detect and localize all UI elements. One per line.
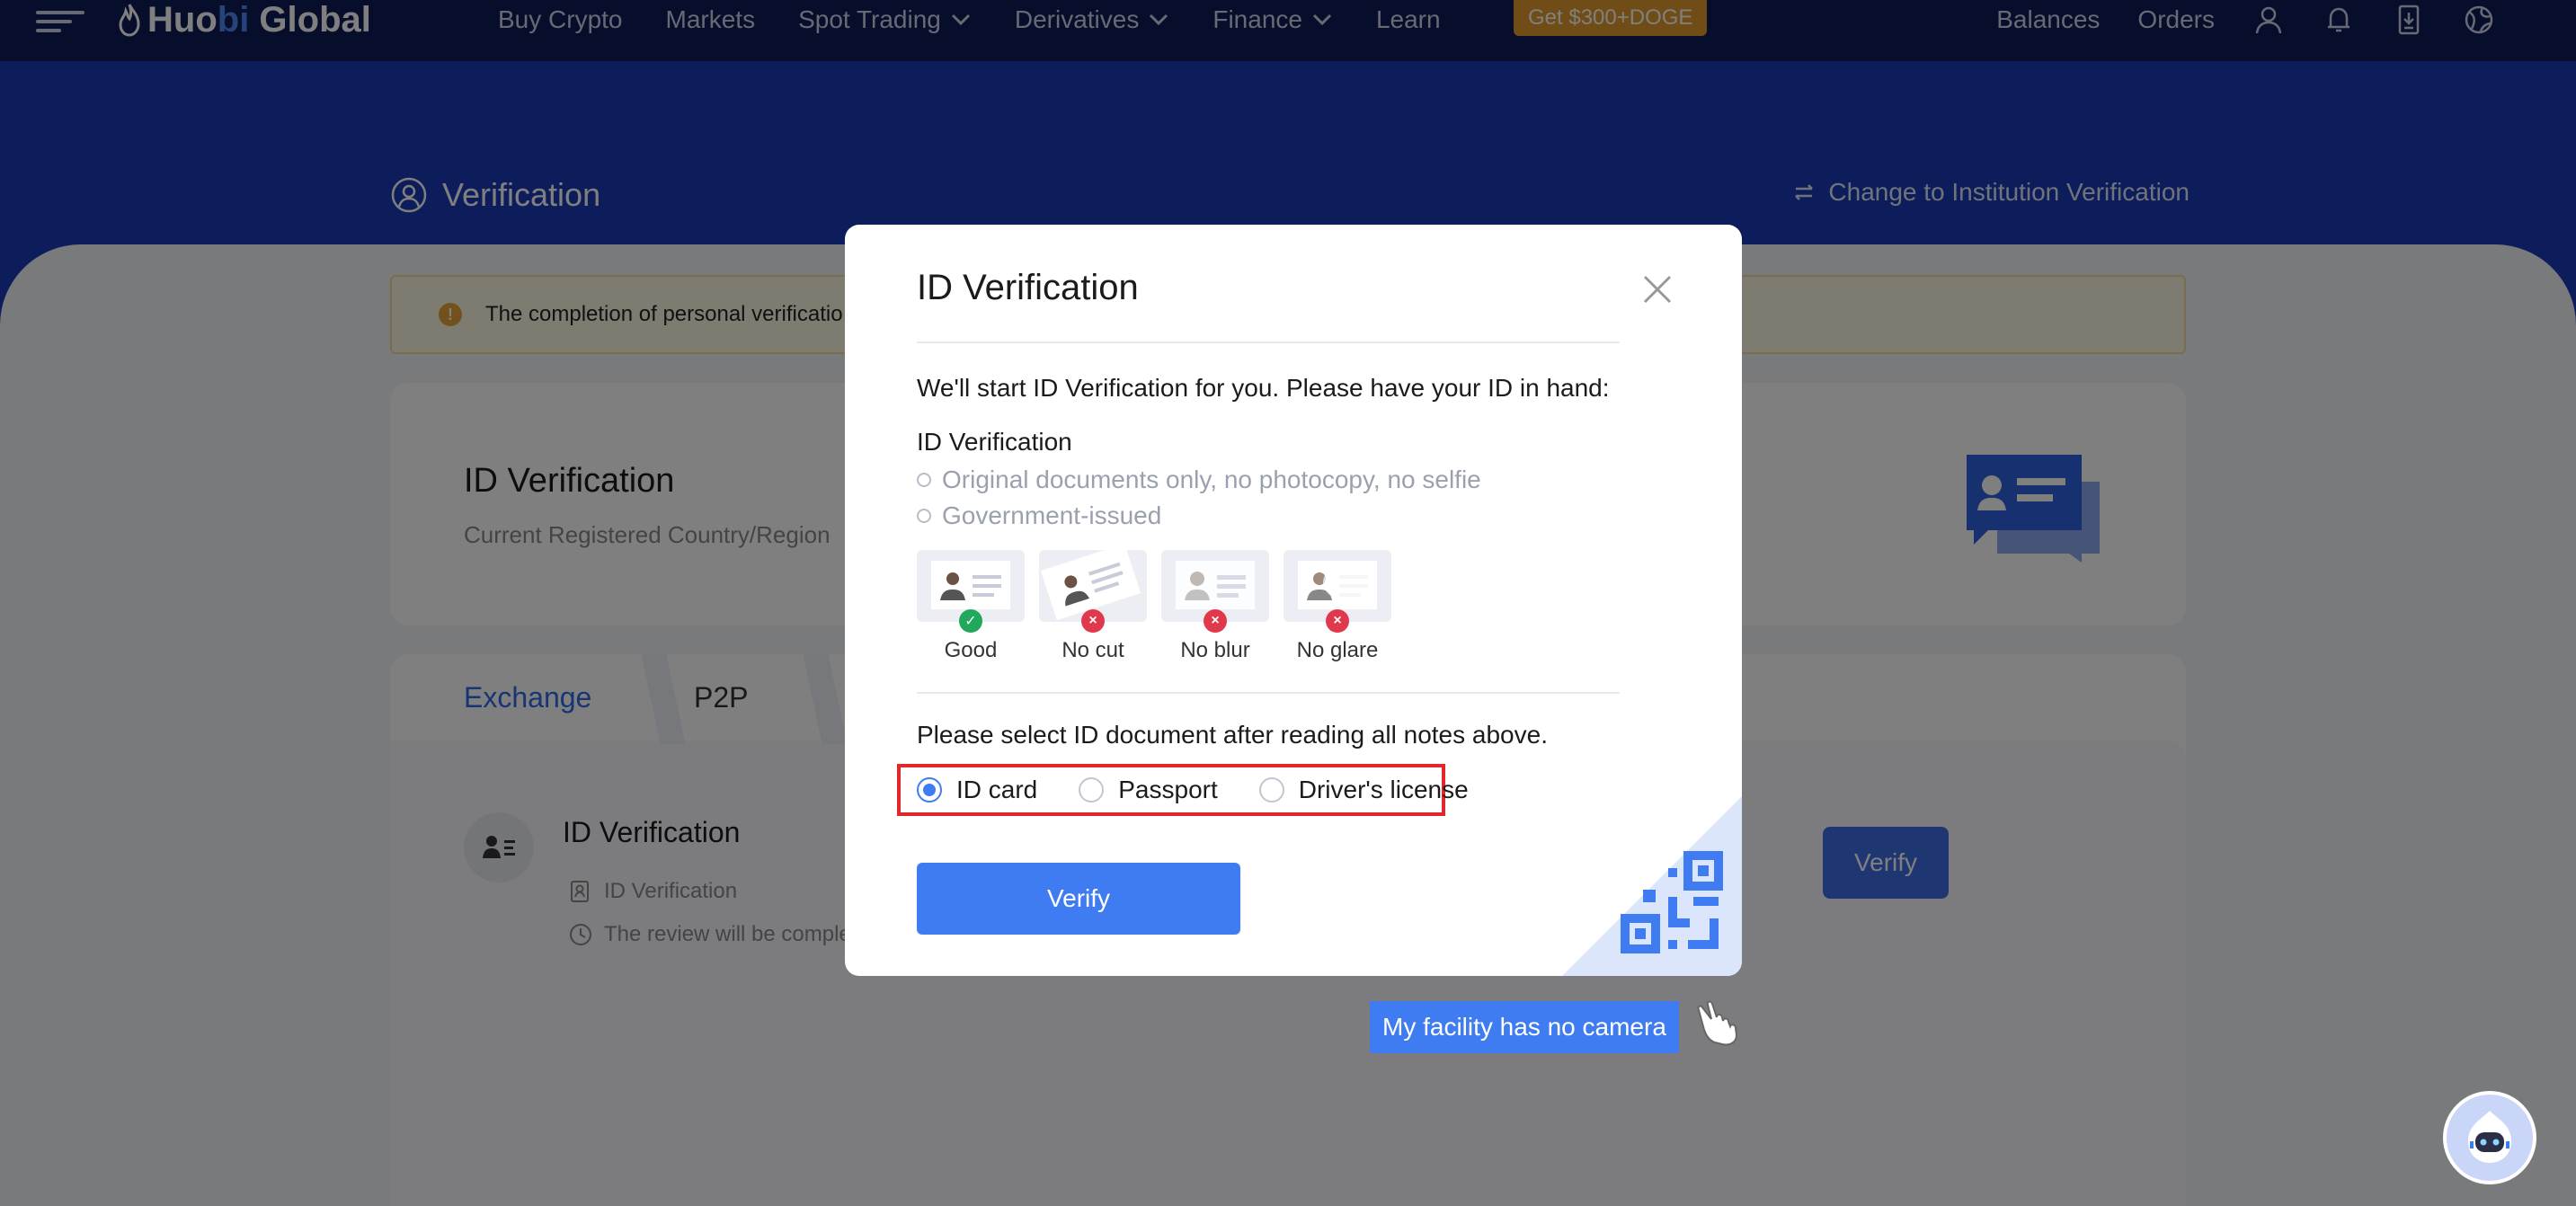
- sample-no-blur: × No blur: [1161, 550, 1269, 663]
- radio-drivers-license-label: Driver's license: [1298, 776, 1469, 803]
- radio-selected-icon: [917, 777, 942, 803]
- checkmark-icon: ✓: [959, 609, 982, 633]
- sample-label: Good: [944, 638, 998, 662]
- pointing-hand-icon: [1697, 1000, 1738, 1046]
- radio-unselected-icon: [1079, 777, 1105, 803]
- radio-id-card-label: ID card: [956, 776, 1038, 803]
- radio-unselected-icon: [1258, 777, 1284, 803]
- bullet-circle-icon: [917, 473, 931, 487]
- sample-label: No cut: [1061, 638, 1124, 662]
- verify-button[interactable]: Verify: [917, 863, 1240, 935]
- requirement-item: Original documents only, no photocopy, n…: [917, 466, 1481, 494]
- radio-drivers-license[interactable]: Driver's license: [1258, 776, 1469, 804]
- no-camera-button[interactable]: My facility has no camera: [1370, 1001, 1679, 1053]
- requirements-title: ID Verification: [917, 428, 1072, 456]
- document-type-radio-group: ID card Passport Driver's license: [897, 764, 1469, 816]
- close-icon[interactable]: [1639, 271, 1675, 307]
- requirement-item: Government-issued: [917, 501, 1161, 530]
- radio-passport[interactable]: Passport: [1079, 776, 1218, 804]
- divider: [917, 692, 1620, 694]
- bullet-circle-icon: [917, 509, 931, 523]
- support-chat-robot-icon[interactable]: [2443, 1091, 2536, 1184]
- id-sample-list: ✓ Good × No cut × No blur × No glare: [917, 550, 1391, 663]
- requirement-label: Government-issued: [942, 501, 1162, 529]
- divider: [917, 341, 1620, 343]
- sample-label: No glare: [1296, 638, 1379, 662]
- robot-icon: [2468, 1111, 2511, 1163]
- requirement-label: Original documents only, no photocopy, n…: [942, 466, 1481, 493]
- x-mark-icon: ×: [1204, 609, 1227, 633]
- sample-good: ✓ Good: [917, 550, 1025, 663]
- id-verification-modal: ID Verification We'll start ID Verificat…: [845, 225, 1742, 976]
- select-document-note: Please select ID document after reading …: [917, 721, 1548, 749]
- sample-no-glare: × No glare: [1284, 550, 1391, 663]
- radio-passport-label: Passport: [1118, 776, 1218, 803]
- modal-title: ID Verification: [917, 268, 1139, 307]
- x-mark-icon: ×: [1081, 609, 1105, 633]
- x-mark-icon: ×: [1326, 609, 1349, 633]
- sample-label: No blur: [1180, 638, 1250, 662]
- sample-no-cut: × No cut: [1039, 550, 1147, 663]
- modal-intro: We'll start ID Verification for you. Ple…: [917, 374, 1610, 402]
- radio-id-card[interactable]: ID card: [917, 776, 1037, 804]
- qr-code-icon[interactable]: [1562, 796, 1742, 976]
